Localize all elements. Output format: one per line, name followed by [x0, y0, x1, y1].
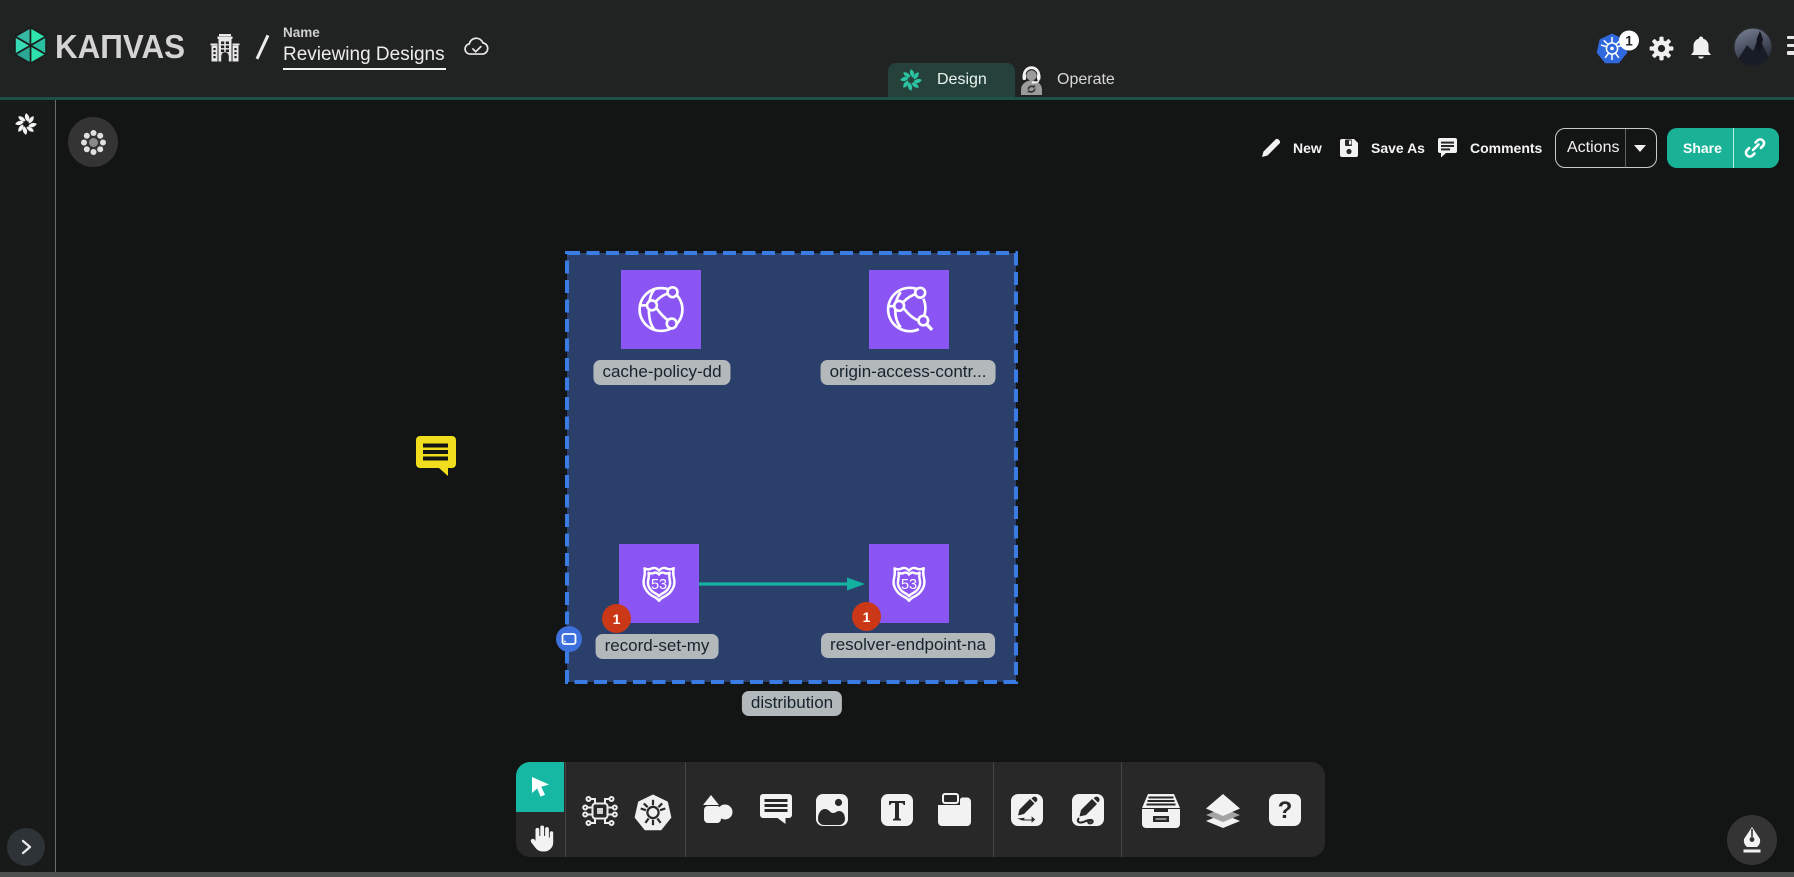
svg-text:53: 53: [651, 577, 667, 593]
svg-text:53: 53: [901, 577, 917, 593]
svg-text:KAΠVAS: KAΠVAS: [55, 31, 185, 65]
svg-text:?: ?: [1278, 797, 1293, 824]
svg-text:1: 1: [1625, 33, 1633, 48]
